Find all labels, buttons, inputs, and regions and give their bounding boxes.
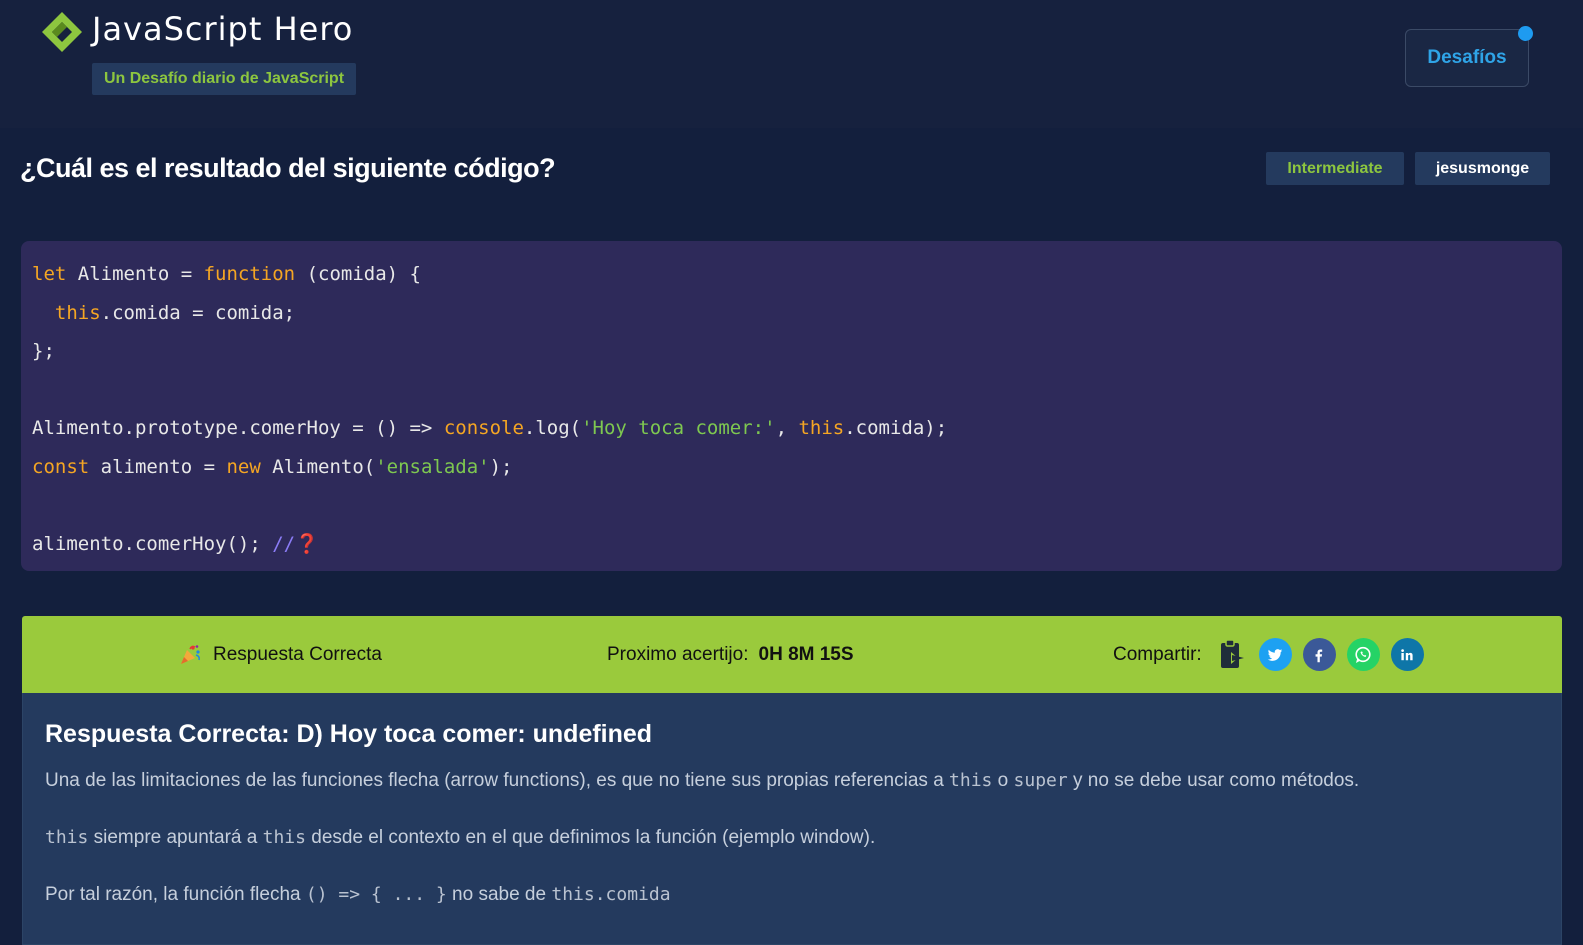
question-mark-icon: ❓ [295,533,319,556]
desafios-button[interactable]: Desafíos [1405,29,1529,87]
facebook-icon[interactable] [1302,638,1336,671]
code-text: (comida) { [295,263,421,285]
code-keyword: new [226,455,261,478]
explanation-text: siempre apuntará a [88,827,263,848]
linkedin-icon[interactable] [1390,638,1424,671]
explanation-text: desde el contexto en el que definimos la… [305,827,876,848]
clipboard-icon[interactable] [1218,638,1246,671]
code-line: let Alimento = function (comida) { [32,255,1562,294]
code-block: let Alimento = function (comida) { this.… [21,241,1562,571]
explanation-text: y no se debe usar como métodos. [1067,770,1360,791]
inline-code: () => { ... } [305,884,447,905]
timer-label: Proximo acertijo: [607,643,749,665]
inline-code: this [45,827,89,848]
site-header: JavaScript Hero Un Desafío diario de Jav… [0,0,1583,128]
code-keyword: let [32,263,67,285]
code-string: 'ensalada' [375,455,490,478]
brand-title[interactable]: JavaScript Hero [92,10,353,48]
explanation-panel: Respuesta Correcta: D) Hoy toca comer: u… [22,693,1562,945]
code-line: Alimento.prototype.comerHoy = () => cons… [32,409,1562,448]
difficulty-badge: Intermediate [1266,152,1404,185]
diamond-logo-icon[interactable] [40,10,84,54]
share-label: Compartir: [1113,643,1202,665]
code-text: Alimento( [260,455,376,478]
author-badge[interactable]: jesusmonge [1415,152,1550,185]
explanation-text: o [992,770,1014,791]
code-line: alimento.comerHoy(); //❓ [32,525,1562,564]
answer-title: Respuesta Correcta: D) Hoy toca comer: u… [45,720,653,748]
code-text: Alimento = [66,263,204,285]
code-line: }; [32,332,1562,371]
inline-code: this.comida [551,884,671,905]
brand-tagline: Un Desafío diario de JavaScript [92,63,356,95]
explanation-paragraph: this siempre apuntará a this desde el co… [45,827,875,849]
question-title: ¿Cuál es el resultado del siguiente códi… [20,153,556,183]
code-text: .comida); [844,417,948,440]
inline-code: this [949,770,993,791]
code-string: 'Hoy toca comer:' [581,417,776,440]
code-keyword: this [54,301,101,324]
code-text: Alimento.prototype.comerHoy = () => [32,417,444,440]
result-status-label: Respuesta Correcta [213,643,382,665]
twitter-icon[interactable] [1258,638,1292,671]
code-keyword: const [32,455,90,478]
explanation-paragraph: Una de las limitaciones de las funciones… [45,770,1359,792]
code-text: .comida = comida; [100,301,296,324]
result-status: Respuesta Correcta [179,616,382,693]
whatsapp-icon[interactable] [1346,638,1380,671]
code-keyword: function [203,263,296,285]
code-keyword: this [798,417,845,440]
share-section: Compartir: [1113,616,1435,693]
next-challenge-timer: Proximo acertijo: 0H 8M 15S [607,616,854,693]
explanation-text: Una de las limitaciones de las funciones… [45,770,950,791]
code-text: }; [32,340,55,363]
code-text: ); [489,455,513,478]
code-text: alimento.comerHoy(); [32,533,273,556]
inline-code: this [262,827,306,848]
notification-dot [1518,26,1533,41]
code-comment: // [272,533,296,556]
explanation-paragraph: Por tal razón, la función flecha () => {… [45,884,671,906]
code-keyword: console [443,417,524,440]
inline-code: super [1013,770,1068,791]
explanation-text: no sabe de [446,884,552,905]
timer-value: 0H 8M 15S [758,643,854,665]
code-text: , [775,417,799,440]
explanation-text: Por tal razón, la función flecha [45,884,306,905]
result-bar: Respuesta Correcta Proximo acertijo: 0H … [22,616,1562,693]
code-text: .log( [523,417,582,440]
code-line: this.comida = comida; [32,294,1562,333]
party-popper-icon [181,644,200,664]
code-text: alimento = [89,455,227,478]
code-line: const alimento = new Alimento('ensalada'… [32,448,1562,487]
